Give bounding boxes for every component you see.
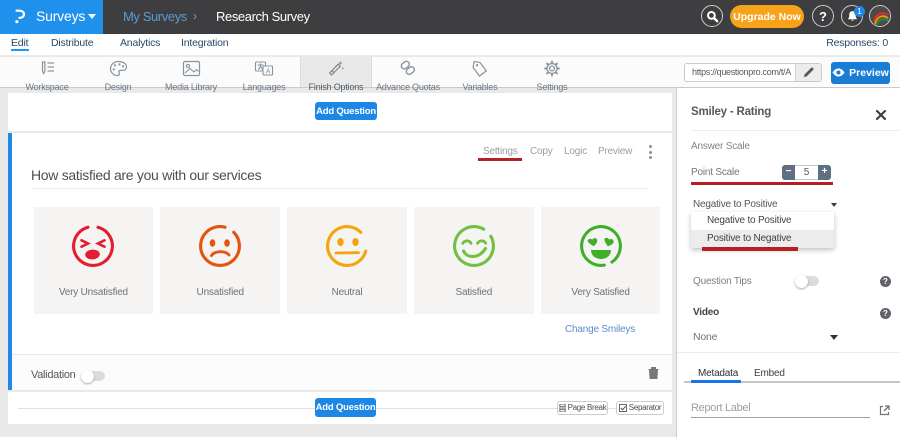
svg-text:A: A — [266, 68, 271, 75]
